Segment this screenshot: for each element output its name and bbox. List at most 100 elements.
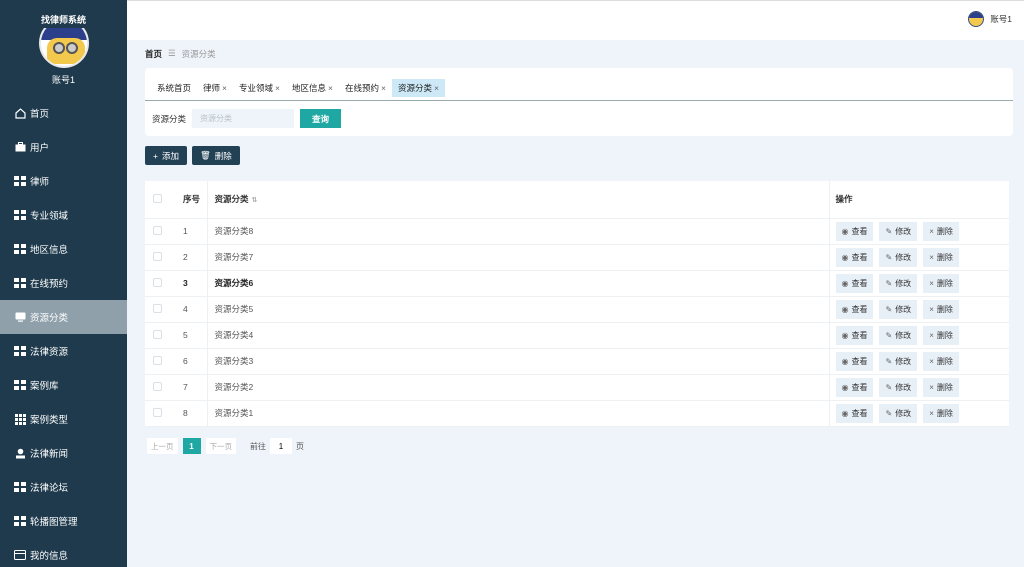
view-button[interactable]: ◉ 查看	[835, 273, 874, 293]
row-delete-button[interactable]: × 删除	[923, 247, 959, 267]
table-row[interactable]: 5 资源分类4 ◉ 查看 ✎ 修改 × 删除	[145, 322, 1009, 349]
view-button[interactable]: ◉ 查看	[835, 377, 874, 397]
page-number-button[interactable]: 1	[182, 438, 201, 454]
view-button[interactable]: ◉ 查看	[835, 351, 874, 371]
edit-icon: ✎	[885, 408, 893, 418]
sidebar-item[interactable]: 资源分类	[0, 300, 127, 334]
row-delete-button[interactable]: × 删除	[923, 221, 959, 241]
delete-button[interactable]: 🗑 删除	[191, 146, 240, 165]
row-delete-button[interactable]: × 删除	[923, 377, 959, 397]
trash-icon: 🗑	[199, 150, 211, 160]
prev-page-button[interactable]: 上一页	[147, 438, 178, 454]
sidebar-item[interactable]: 用户	[0, 130, 127, 164]
edit-button[interactable]: ✎ 修改	[879, 273, 918, 293]
tab-close-icon[interactable]: ×	[328, 83, 333, 93]
view-button[interactable]: ◉ 查看	[835, 403, 874, 423]
row-checkbox[interactable]	[153, 251, 162, 261]
sidebar-item-label: 法律资源	[30, 347, 69, 358]
row-checkbox[interactable]	[153, 329, 162, 339]
sidebar-item[interactable]: 案例类型	[0, 402, 127, 436]
row-delete-button[interactable]: × 删除	[923, 299, 959, 319]
tab-label: 资源分类	[397, 83, 432, 93]
table-header-row: 序号 资源分类 ⇅ 操作	[145, 181, 1009, 219]
sidebar-item[interactable]: 轮播图管理	[0, 504, 127, 538]
table-row[interactable]: 3 资源分类6 ◉ 查看 ✎ 修改 × 删除	[145, 270, 1009, 297]
search-input[interactable]	[192, 109, 295, 128]
sidebar-item[interactable]: 律师	[0, 164, 127, 198]
tab[interactable]: 在线预约 ×	[339, 79, 392, 97]
tab-bar: 系统首页 律师 × 专业领域 × 地区信息 × 在线预约 × 资源分类 ×	[151, 79, 445, 97]
tab-divider	[145, 100, 1013, 101]
edit-button[interactable]: ✎ 修改	[879, 377, 918, 397]
table-row[interactable]: 7 资源分类2 ◉ 查看 ✎ 修改 × 删除	[145, 374, 1009, 401]
breadcrumb-home[interactable]: 首页	[145, 48, 162, 60]
sidebar-item[interactable]: 我的信息	[0, 538, 127, 567]
row-name: 资源分类8	[207, 218, 830, 245]
grid-icon	[14, 210, 26, 221]
sidebar-item-label: 首页	[30, 109, 50, 120]
sidebar-item[interactable]: 专业领域	[0, 198, 127, 232]
edit-button[interactable]: ✎ 修改	[879, 351, 918, 371]
add-button[interactable]: + 添加	[145, 146, 187, 165]
breadcrumb-separator-icon: ☰	[168, 48, 176, 58]
row-checkbox[interactable]	[153, 381, 162, 391]
tab-close-icon[interactable]: ×	[434, 83, 439, 93]
row-delete-button[interactable]: × 删除	[923, 403, 959, 423]
sidebar-item[interactable]: 法律资源	[0, 334, 127, 368]
row-delete-button-label: 删除	[936, 278, 953, 288]
sidebar-item[interactable]: 法律论坛	[0, 470, 127, 504]
table-row[interactable]: 6 资源分类3 ◉ 查看 ✎ 修改 × 删除	[145, 348, 1009, 375]
tab[interactable]: 系统首页	[151, 79, 197, 97]
row-checkbox[interactable]	[153, 277, 162, 287]
table-row[interactable]: 4 资源分类5 ◉ 查看 ✎ 修改 × 删除	[145, 296, 1009, 323]
tab-close-icon[interactable]: ×	[275, 83, 280, 93]
row-checkbox[interactable]	[153, 225, 162, 235]
row-delete-button[interactable]: × 删除	[923, 273, 959, 293]
sidebar-item[interactable]: 首页	[0, 96, 127, 130]
search-label: 资源分类	[152, 113, 187, 124]
edit-button[interactable]: ✎ 修改	[879, 299, 918, 319]
tab[interactable]: 律师 ×	[197, 79, 233, 97]
next-page-button[interactable]: 下一页	[205, 438, 236, 454]
sort-icon[interactable]: ⇅	[252, 197, 258, 204]
row-checkbox[interactable]	[153, 303, 162, 313]
view-button[interactable]: ◉ 查看	[835, 221, 874, 241]
avatar[interactable]	[39, 28, 89, 68]
edit-button[interactable]: ✎ 修改	[879, 221, 918, 241]
sidebar-item-label: 资源分类	[30, 313, 69, 324]
edit-button[interactable]: ✎ 修改	[879, 325, 918, 345]
sidebar-item[interactable]: 法律新闻	[0, 436, 127, 470]
user-menu[interactable]: 账号1	[968, 11, 1012, 27]
row-delete-button[interactable]: × 删除	[923, 351, 959, 371]
sidebar-item[interactable]: 在线预约	[0, 266, 127, 300]
sidebar-item[interactable]: 案例库	[0, 368, 127, 402]
table-row[interactable]: 2 资源分类7 ◉ 查看 ✎ 修改 × 删除	[145, 244, 1009, 271]
sidebar-item[interactable]: 地区信息	[0, 232, 127, 266]
edit-icon: ✎	[885, 330, 893, 340]
view-button-label: 查看	[851, 278, 868, 288]
data-table: 序号 资源分类 ⇅ 操作 1 资源分类8 ◉ 查看 ✎ 修改 × 删除 2 资源分类7 ◉ 查看 ✎ 修改 ×…	[145, 181, 1009, 427]
tab[interactable]: 资源分类 ×	[391, 79, 445, 97]
table-row[interactable]: 1 资源分类8 ◉ 查看 ✎ 修改 × 删除	[145, 218, 1009, 245]
view-button[interactable]: ◉ 查看	[835, 299, 874, 319]
tab[interactable]: 专业领域 ×	[233, 79, 286, 97]
row-delete-button[interactable]: × 删除	[923, 325, 959, 345]
row-checkbox[interactable]	[153, 407, 162, 417]
goto-page-input[interactable]	[270, 438, 292, 454]
edit-button[interactable]: ✎ 修改	[879, 247, 918, 267]
header-name[interactable]: 资源分类 ⇅	[207, 181, 830, 219]
row-delete-button-label: 删除	[936, 226, 953, 236]
select-all-checkbox[interactable]	[153, 193, 162, 203]
edit-button[interactable]: ✎ 修改	[879, 403, 918, 423]
table-row[interactable]: 8 资源分类1 ◉ 查看 ✎ 修改 × 删除	[145, 400, 1009, 427]
tab-close-icon[interactable]: ×	[381, 83, 386, 93]
search-button[interactable]: 查询	[300, 109, 342, 128]
view-button[interactable]: ◉ 查看	[835, 325, 874, 345]
sidebar-item-label: 用户	[30, 143, 50, 154]
tab-close-icon[interactable]: ×	[222, 83, 227, 93]
row-checkbox[interactable]	[153, 355, 162, 365]
goto-page: 前往 页	[250, 438, 304, 454]
tab[interactable]: 地区信息 ×	[286, 79, 339, 97]
row-name: 资源分类2	[207, 374, 830, 401]
view-button[interactable]: ◉ 查看	[835, 247, 874, 267]
